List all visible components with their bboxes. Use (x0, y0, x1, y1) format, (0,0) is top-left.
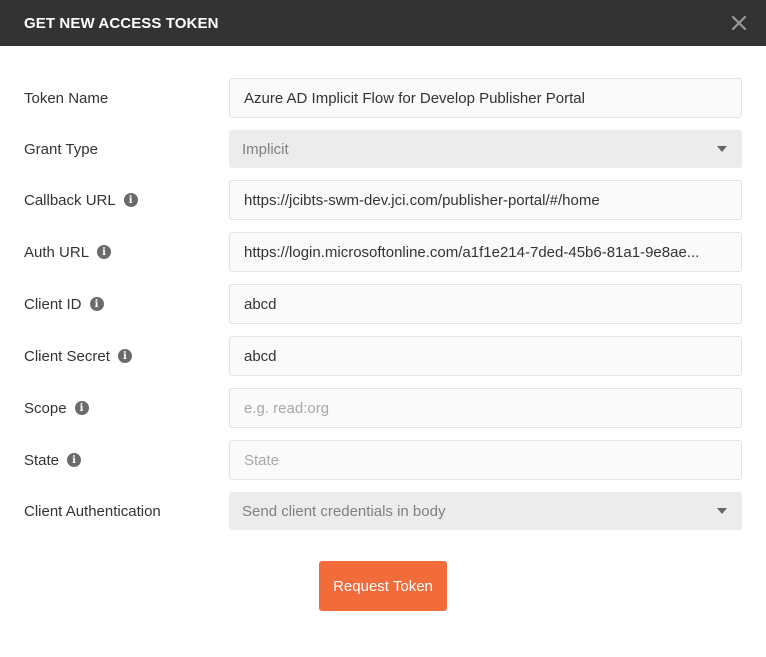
client-secret-label: Client Secret (24, 347, 110, 365)
client-authentication-select[interactable]: Send client credentials in body (229, 492, 742, 530)
grant-type-select[interactable]: Implicit (229, 130, 742, 168)
request-token-button[interactable]: Request Token (319, 561, 447, 611)
get-new-access-token-dialog: GET NEW ACCESS TOKEN Token Name Grant Ty… (0, 0, 766, 657)
grant-type-selected-value: Implicit (242, 140, 289, 158)
info-icon[interactable]: i (67, 453, 82, 467)
info-icon[interactable]: i (123, 193, 138, 207)
client-id-input[interactable] (244, 295, 727, 313)
dialog-title: GET NEW ACCESS TOKEN (24, 14, 219, 32)
callback-url-input[interactable] (244, 191, 727, 209)
scope-label: Scope (24, 399, 67, 417)
client-authentication-selected-value: Send client credentials in body (242, 502, 446, 520)
token-name-row: Token Name (0, 78, 766, 118)
client-secret-row: Client Secret i (0, 336, 766, 376)
token-form: Token Name Grant Type Implicit Callback … (0, 46, 766, 530)
client-id-label-wrapper: Client ID i (0, 296, 229, 313)
dialog-actions: Request Token (319, 561, 447, 611)
scope-input-wrapper (229, 388, 742, 428)
auth-url-input[interactable] (244, 243, 727, 261)
state-input-wrapper (229, 440, 742, 480)
state-label-wrapper: State i (0, 452, 229, 469)
client-id-row: Client ID i (0, 284, 766, 324)
callback-url-input-wrapper (229, 180, 742, 220)
scope-row: Scope i (0, 388, 766, 428)
state-row: State i (0, 440, 766, 480)
client-id-input-wrapper (229, 284, 742, 324)
token-name-input-wrapper (229, 78, 742, 118)
token-name-label: Token Name (24, 89, 109, 107)
info-icon[interactable]: i (74, 401, 89, 415)
scope-input[interactable] (244, 399, 727, 417)
callback-url-label: Callback URL (24, 191, 116, 209)
grant-type-row: Grant Type Implicit (0, 130, 766, 168)
client-authentication-label: Client Authentication (24, 502, 161, 520)
callback-url-row: Callback URL i (0, 180, 766, 220)
chevron-down-icon (717, 508, 727, 514)
scope-label-wrapper: Scope i (0, 400, 229, 417)
client-authentication-row: Client Authentication Send client creden… (0, 492, 766, 530)
token-name-input[interactable] (244, 89, 727, 107)
info-icon[interactable]: i (117, 349, 132, 363)
info-icon[interactable]: i (89, 297, 104, 311)
auth-url-input-wrapper (229, 232, 742, 272)
auth-url-label: Auth URL (24, 243, 90, 261)
state-label: State (24, 451, 60, 469)
client-secret-input-wrapper (229, 336, 742, 376)
dialog-header: GET NEW ACCESS TOKEN (0, 0, 766, 46)
client-secret-input[interactable] (244, 347, 727, 365)
info-icon[interactable]: i (97, 245, 112, 259)
chevron-down-icon (717, 146, 727, 152)
client-secret-label-wrapper: Client Secret i (0, 348, 229, 365)
auth-url-row: Auth URL i (0, 232, 766, 272)
close-button[interactable] (726, 10, 752, 36)
callback-url-label-wrapper: Callback URL i (0, 192, 229, 209)
grant-type-label: Grant Type (24, 140, 98, 158)
auth-url-label-wrapper: Auth URL i (0, 244, 229, 261)
close-icon (731, 15, 747, 31)
state-input[interactable] (244, 451, 727, 469)
client-id-label: Client ID (24, 295, 82, 313)
